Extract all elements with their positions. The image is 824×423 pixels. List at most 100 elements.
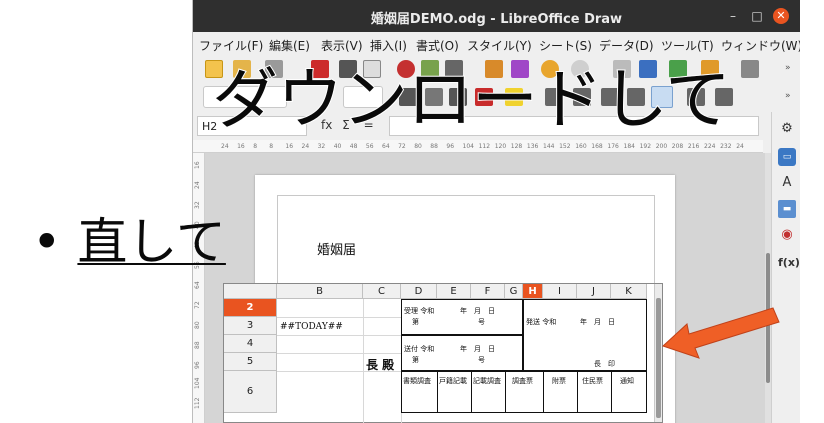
properties-icon[interactable]: ▭: [778, 148, 796, 166]
gallery-icon[interactable]: ▬: [778, 200, 796, 218]
registry-label: 戸籍記載: [439, 377, 467, 385]
ruler-tick-label: 24: [736, 143, 744, 150]
title-bar: 婚姻届DEMO.odg - LibreOffice Draw – □ ✕: [193, 0, 800, 32]
received-box: [401, 299, 523, 335]
row-header-5[interactable]: 5: [224, 353, 277, 371]
menu-file[interactable]: ファイル(F): [199, 37, 263, 54]
ruler-tick-label: 128: [510, 143, 523, 150]
column-header-k[interactable]: K: [611, 284, 647, 299]
ruler-tick-label: 16: [237, 143, 245, 150]
functions-icon[interactable]: f(x): [778, 254, 800, 272]
ruler-tick-label: 80: [194, 321, 201, 329]
ruler-tick-label: 72: [194, 301, 201, 309]
sent-go: 号: [478, 356, 485, 364]
sort-icon[interactable]: [741, 60, 759, 78]
ruler-tick-label: 96: [446, 143, 455, 150]
corner-header: [224, 284, 277, 299]
ruler-tick-label: 24: [194, 181, 201, 189]
cell-c5[interactable]: 長 殿: [366, 356, 394, 373]
column-header-b[interactable]: B: [277, 284, 363, 299]
ruler-tick-label: 224: [704, 143, 716, 150]
ruler-tick-label: 200: [655, 143, 668, 150]
received-date: 年 月 日: [460, 307, 495, 315]
row-header-4[interactable]: 4: [224, 335, 277, 353]
received-no: 第: [412, 318, 419, 326]
attached-label: 附票: [552, 377, 566, 385]
orange-arrow-icon: [662, 307, 780, 359]
issued-label: 発送 令和: [526, 318, 557, 326]
ruler-tick-label: 96: [194, 361, 201, 369]
drawing-canvas[interactable]: 婚姻届 B C D E F G H I J K 2 3 4 5 6 ##TODA…: [205, 153, 765, 423]
column-header-f[interactable]: F: [471, 284, 505, 299]
ruler-tick-label: 64: [194, 281, 201, 289]
row-header-6[interactable]: 6: [224, 371, 277, 413]
navigator-icon[interactable]: ◉: [778, 226, 796, 244]
ruler-tick-label: 168: [591, 143, 603, 150]
check-divider: [543, 371, 544, 413]
overlay-headline: ダウンロードして: [211, 60, 732, 139]
toolbar2-overflow-icon[interactable]: »: [785, 91, 791, 101]
ruler-tick-label: 112: [478, 143, 491, 150]
ruler-tick-label: 160: [575, 143, 587, 150]
check-divider: [611, 371, 612, 413]
ruler-tick-label: 8: [253, 143, 258, 150]
ruler-tick-label: 16: [285, 143, 294, 150]
ruler-tick-label: 80: [414, 143, 422, 150]
ruler-tick-label: 40: [333, 143, 342, 150]
minimize-button[interactable]: –: [725, 8, 741, 24]
column-header-i[interactable]: I: [543, 284, 577, 299]
column-header-c[interactable]: C: [363, 284, 401, 299]
menu-view[interactable]: 表示(V): [321, 37, 363, 54]
record-check-label: 記載調査: [473, 377, 501, 385]
received-label: 受理 令和: [404, 307, 435, 315]
menu-window[interactable]: ウィンドウ(W): [721, 37, 800, 54]
ruler-tick-label: 152: [559, 143, 571, 150]
ruler-tick-label: 48: [349, 143, 358, 150]
styles-icon[interactable]: A: [778, 174, 796, 192]
menu-styles[interactable]: スタイル(Y): [467, 37, 532, 54]
gridline: [277, 335, 401, 336]
sent-label: 送付 令和: [404, 345, 435, 353]
ruler-tick-label: 32: [317, 143, 326, 150]
cell-b3[interactable]: ##TODAY##: [280, 322, 343, 332]
resident-label: 住民票: [582, 377, 603, 385]
ruler-tick-label: 64: [382, 143, 390, 150]
toolbar-overflow-icon[interactable]: »: [785, 63, 791, 73]
menu-format[interactable]: 書式(O): [416, 37, 459, 54]
ruler-tick-label: 120: [494, 143, 507, 150]
ruler-tick-label: 56: [365, 143, 374, 150]
check-divider: [471, 371, 472, 413]
row-header-2[interactable]: 2: [224, 299, 277, 317]
ruler-tick-label: 32: [194, 201, 201, 209]
menu-insert[interactable]: 挿入(I): [370, 37, 407, 54]
received-go: 号: [478, 318, 485, 326]
column-header-j[interactable]: J: [577, 284, 611, 299]
ruler-tick-label: 144: [543, 143, 555, 150]
menu-sheet[interactable]: シート(S): [539, 37, 592, 54]
ruler-tick-label: 24: [301, 143, 310, 150]
overlay-bullet-line: • 直して: [32, 212, 226, 272]
menu-edit[interactable]: 編集(E): [269, 37, 310, 54]
menu-data[interactable]: データ(D): [599, 37, 654, 54]
column-header-e[interactable]: E: [437, 284, 471, 299]
ruler-tick-label: 184: [623, 143, 635, 150]
ruler-tick-label: 176: [607, 143, 619, 150]
check-divider: [505, 371, 506, 413]
bullet-text: 直して: [77, 213, 226, 271]
horizontal-ruler: 24 16 8 8 16 24 32 40 48 56 64 72 80 88 96 104 112 120 128…: [193, 140, 763, 153]
column-header-g[interactable]: G: [505, 284, 523, 299]
ruler-tick-label: 88: [194, 341, 201, 349]
column-header-d[interactable]: D: [401, 284, 437, 299]
column-header-h[interactable]: H: [523, 284, 543, 299]
row-header-3[interactable]: 3: [224, 317, 277, 335]
ruler-tick-label: 136: [526, 143, 539, 150]
maximize-button[interactable]: □: [749, 8, 765, 24]
menu-tools[interactable]: ツール(T): [661, 37, 714, 54]
doc-check-label: 書類調査: [403, 377, 431, 385]
sidebar-deck: ⚙ ▭ A ▬ ◉ f(x): [771, 112, 800, 423]
ruler-tick-label: 208: [671, 143, 684, 150]
embedded-spreadsheet[interactable]: B C D E F G H I J K 2 3 4 5 6 ##TODAY## …: [223, 283, 663, 423]
gridline: [277, 317, 401, 318]
gear-icon[interactable]: ⚙: [778, 120, 796, 138]
close-button[interactable]: ✕: [773, 8, 789, 24]
